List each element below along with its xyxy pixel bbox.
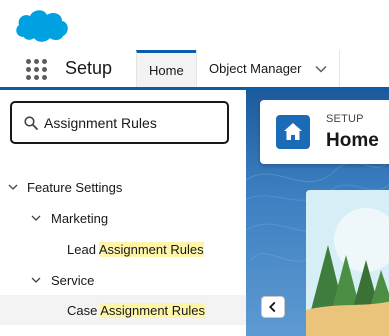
tree-item-service[interactable]: Service: [0, 265, 246, 295]
global-header: [0, 0, 389, 50]
tree-item-label: Service: [51, 272, 95, 288]
caret-down-icon[interactable]: [8, 182, 18, 192]
tab-object-manager[interactable]: Object Manager: [196, 50, 340, 87]
chevron-left-icon: [268, 301, 276, 313]
tree-item-label: Feature Settings: [27, 179, 123, 195]
setup-home-main: SETUP Home: [246, 90, 389, 336]
tab-object-manager-label: Object Manager: [209, 61, 302, 76]
tree-item-feature-settings[interactable]: Feature Settings: [0, 172, 246, 202]
tab-home[interactable]: Home: [136, 50, 196, 87]
caret-down-icon[interactable]: [31, 213, 41, 223]
setup-sidebar: Feature Settings Marketing Lead Assignme…: [0, 90, 246, 336]
page-header-eyebrow: SETUP: [326, 113, 364, 125]
app-name: Setup: [65, 58, 113, 78]
chevron-down-icon[interactable]: [315, 63, 327, 75]
tree-item-case-assignment-rules[interactable]: Case Assignment Rules: [0, 295, 246, 325]
tab-home-label: Home: [149, 62, 184, 78]
home-icon: [276, 115, 310, 149]
app-launcher-icon[interactable]: [26, 59, 48, 81]
search-icon: [24, 116, 38, 130]
quick-find-input[interactable]: [44, 113, 224, 133]
tree-item-lead-assignment-rules[interactable]: Lead Assignment Rules: [0, 234, 246, 264]
collapse-sidebar-button[interactable]: [261, 296, 285, 318]
tree-item-label: Marketing: [51, 210, 109, 226]
setup-illustration: [306, 190, 389, 336]
page-title: Home: [326, 130, 379, 151]
context-bar: Setup Home Object Manager: [0, 50, 389, 90]
page-header: SETUP Home: [260, 100, 389, 164]
quick-find-box[interactable]: [10, 101, 229, 144]
caret-down-icon[interactable]: [31, 275, 41, 285]
tree-item-label: Lead Assignment Rules: [67, 241, 204, 257]
tree-item-marketing[interactable]: Marketing: [0, 203, 246, 233]
tree-item-label: Case Assignment Rules: [67, 302, 206, 318]
salesforce-logo-icon[interactable]: [12, 5, 72, 47]
